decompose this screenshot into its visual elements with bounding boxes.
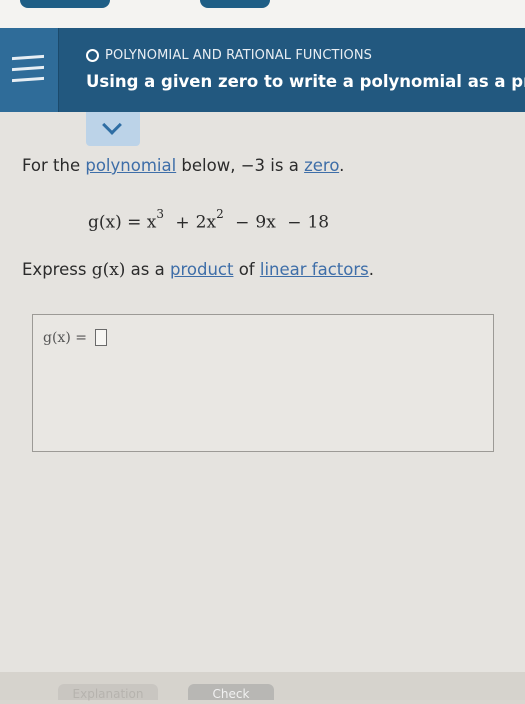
hamburger-menu-icon[interactable] bbox=[12, 54, 44, 83]
topic-text: POLYNOMIAL AND RATIONAL FUNCTIONS bbox=[105, 48, 373, 63]
page-title: Using a given zero to write a polynomial… bbox=[86, 72, 525, 91]
zero-value: −3 bbox=[240, 156, 266, 175]
app-header: POLYNOMIAL AND RATIONAL FUNCTIONS Using … bbox=[0, 28, 525, 112]
linear-factors-link[interactable]: linear factors bbox=[260, 260, 369, 279]
browser-top-strip bbox=[0, 0, 525, 28]
bottom-bar: Explanation Check bbox=[0, 672, 525, 701]
explanation-button[interactable]: Explanation bbox=[58, 684, 158, 701]
polynomial-link[interactable]: polynomial bbox=[85, 156, 176, 175]
top-decoration bbox=[200, 0, 270, 8]
answer-row: g(x) = bbox=[43, 329, 107, 346]
chevron-down-icon[interactable] bbox=[102, 115, 122, 135]
menu-button[interactable] bbox=[0, 28, 59, 112]
problem-instruction: Express g(x) as a product of linear fact… bbox=[22, 260, 374, 280]
zero-link[interactable]: zero bbox=[304, 156, 339, 175]
polynomial-equation: g(x) = x3 +2x2 −9x −18 bbox=[88, 207, 330, 233]
problem-area: For the polynomial below, −3 is a zero. … bbox=[0, 112, 525, 672]
topic-circle-icon bbox=[86, 49, 99, 62]
collapse-toggle-button[interactable] bbox=[86, 112, 140, 146]
topic-label: POLYNOMIAL AND RATIONAL FUNCTIONS bbox=[86, 48, 372, 63]
check-button[interactable]: Check bbox=[188, 684, 274, 701]
answer-label: g(x) = bbox=[43, 329, 87, 346]
answer-input[interactable] bbox=[94, 329, 107, 346]
problem-intro: For the polynomial below, −3 is a zero. bbox=[22, 156, 345, 175]
product-link[interactable]: product bbox=[170, 260, 233, 279]
top-decoration bbox=[20, 0, 110, 8]
answer-box[interactable]: g(x) = bbox=[32, 314, 494, 452]
